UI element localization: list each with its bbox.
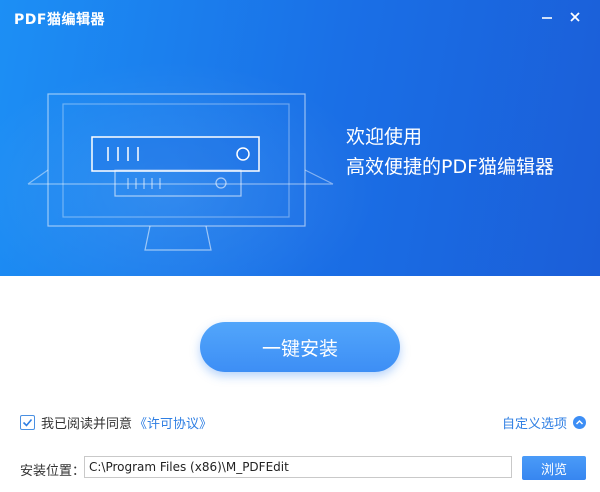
close-button[interactable] [564, 6, 586, 28]
custom-options-label: 自定义选项 [501, 417, 567, 432]
license-agreement: 我已阅读并同意 《许可协议》 [20, 413, 212, 432]
minimize-button[interactable] [536, 6, 558, 28]
close-icon [570, 12, 580, 22]
server-back-icon [114, 169, 242, 197]
agree-text: 我已阅读并同意 [41, 417, 133, 432]
minimize-icon [542, 17, 552, 19]
welcome-headline: 欢迎使用 高效便捷的PDF猫编辑器 [346, 122, 554, 182]
checkmark-icon [22, 418, 33, 427]
install-path-input[interactable] [84, 456, 512, 478]
server-front-icon [91, 136, 260, 172]
one-click-install-button[interactable]: 一键安装 [200, 322, 400, 372]
agree-checkbox[interactable] [20, 415, 35, 430]
header-banner: PDF猫编辑器 欢迎使用 高效便捷的PDF猫编辑器 [0, 0, 600, 276]
chevron-up-icon [573, 416, 586, 429]
app-title: PDF猫编辑器 [14, 12, 105, 28]
license-link[interactable]: 《许可协议》 [134, 413, 212, 432]
headline-line-1: 欢迎使用 [346, 126, 423, 148]
headline-line-2: 高效便捷的PDF猫编辑器 [346, 156, 555, 178]
custom-options-toggle[interactable]: 自定义选项 [502, 413, 586, 432]
install-path-label: 安装位置： [20, 464, 86, 479]
browse-button[interactable]: 浏览 [522, 456, 586, 480]
